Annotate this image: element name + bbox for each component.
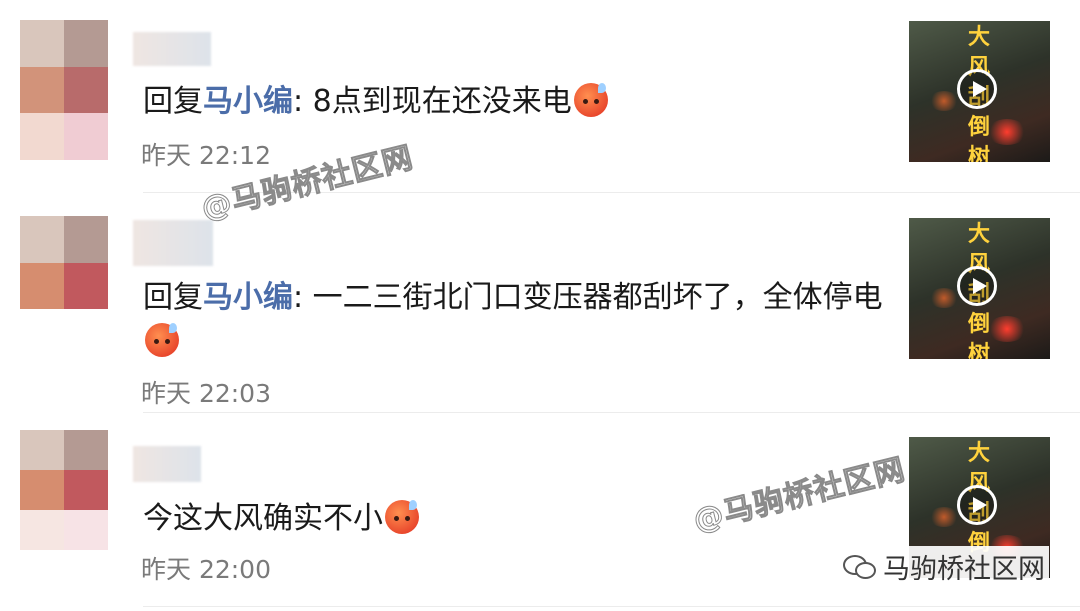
play-icon[interactable]	[957, 266, 997, 306]
play-icon[interactable]	[957, 485, 997, 525]
sweat-face-emoji-icon	[573, 83, 608, 117]
comment-body: 今这大风确实不小	[143, 501, 383, 536]
sweat-face-emoji-icon	[385, 500, 419, 534]
mention-separator: :	[293, 84, 313, 119]
username-blurred[interactable]	[133, 446, 201, 482]
reply-prefix: 回复	[143, 280, 203, 315]
mention-separator: :	[293, 280, 313, 315]
brand-label: 马驹桥社区网	[883, 553, 1045, 585]
comment-text: 回复马小编: 8点到现在还没来电	[143, 80, 888, 124]
divider	[143, 412, 1080, 413]
video-thumbnail[interactable]: 大风刮倒树	[909, 218, 1050, 359]
comment-time: 昨天 22:03	[141, 379, 271, 408]
wechat-icon	[843, 553, 877, 579]
comment-body: 一二三街北门口变压器都刮坏了，全体停电	[312, 280, 883, 315]
wechat-brand: 马驹桥社区网	[843, 546, 1049, 586]
sweat-face-emoji-icon	[145, 323, 179, 357]
reply-prefix: 回复	[143, 84, 203, 119]
avatar[interactable]	[20, 20, 108, 160]
username-blurred[interactable]	[133, 32, 211, 66]
divider	[143, 606, 1080, 607]
avatar[interactable]	[20, 430, 108, 550]
comment-time: 昨天 22:12	[141, 141, 271, 170]
username-blurred[interactable]	[133, 220, 213, 266]
mention-link[interactable]: 马小编	[203, 280, 293, 315]
avatar[interactable]	[20, 216, 108, 356]
mention-link[interactable]: 马小编	[203, 84, 293, 119]
play-icon[interactable]	[957, 69, 997, 109]
comment-time: 昨天 22:00	[141, 555, 271, 584]
video-thumbnail[interactable]: 大风刮倒树	[909, 21, 1050, 162]
comment-text: 回复马小编: 一二三街北门口变压器都刮坏了，全体停电	[143, 276, 888, 364]
comment-body: 8点到现在还没来电	[312, 84, 572, 119]
